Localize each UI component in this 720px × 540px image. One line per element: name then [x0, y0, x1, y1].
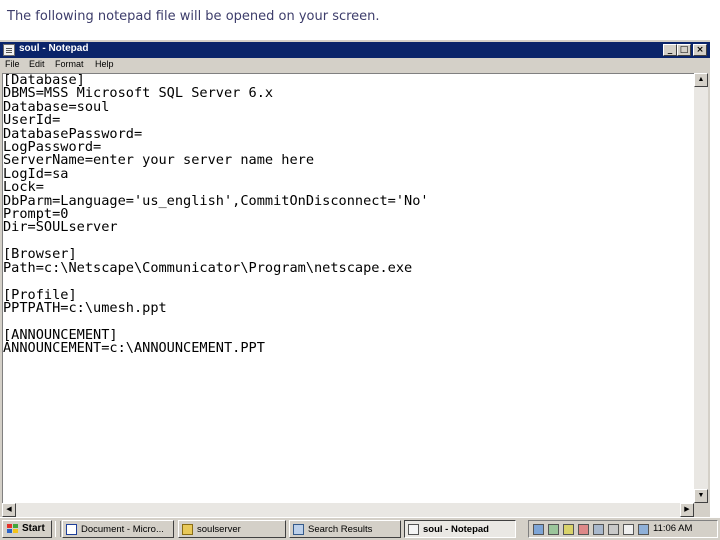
word-document-icon: [66, 524, 77, 535]
display-icon[interactable]: [593, 524, 604, 535]
scroll-left-icon[interactable]: ◀: [2, 503, 16, 517]
scroll-down-icon[interactable]: ▼: [694, 489, 708, 503]
folder-icon: [182, 524, 193, 535]
scroll-right-icon[interactable]: ▶: [680, 503, 694, 517]
menu-bar: File Edit Format Help: [0, 58, 710, 72]
task-button-document[interactable]: Document - Micro...: [62, 520, 174, 538]
start-button[interactable]: Start: [2, 520, 52, 538]
task-label: soulserver: [197, 524, 241, 535]
text-editor[interactable]: [Database] DBMS=MSS Microsoft SQL Server…: [2, 73, 694, 503]
taskbar: Start Document - Micro... soulserver Sea…: [0, 517, 720, 540]
vertical-scrollbar[interactable]: ▲ ▼: [694, 73, 708, 503]
maximize-button[interactable]: □: [677, 44, 691, 56]
close-button[interactable]: ×: [693, 44, 707, 56]
title-bar[interactable]: soul - Notepad _ □ ×: [0, 42, 710, 58]
task-button-soulserver[interactable]: soulserver: [178, 520, 286, 538]
volume-icon[interactable]: [623, 524, 634, 535]
window-title: soul - Notepad: [19, 43, 89, 54]
minimize-button[interactable]: _: [663, 44, 677, 56]
notepad-icon: [408, 524, 419, 535]
task-button-search-results[interactable]: Search Results: [289, 520, 401, 538]
task-label: Search Results: [308, 524, 373, 535]
horizontal-scrollbar[interactable]: ◀ ▶: [2, 503, 694, 517]
task-label: Document - Micro...: [81, 524, 164, 535]
menu-format[interactable]: Format: [55, 59, 84, 69]
network-icon[interactable]: [533, 524, 544, 535]
slide-caption: The following notepad file will be opene…: [0, 0, 720, 38]
task-button-notepad[interactable]: soul - Notepad: [404, 520, 516, 538]
notepad-window: soul - Notepad _ □ × File Edit Format He…: [0, 40, 710, 517]
taskbar-separator: [55, 521, 61, 537]
menu-edit[interactable]: Edit: [29, 59, 45, 69]
search-results-icon: [293, 524, 304, 535]
caption-text: The following notepad file will be opene…: [7, 9, 380, 24]
windows-logo-icon: [7, 524, 19, 534]
scroll-up-icon[interactable]: ▲: [694, 73, 708, 87]
application-icon[interactable]: [578, 524, 589, 535]
system-tray: 11:06 AM: [528, 520, 718, 538]
antivirus-icon[interactable]: [563, 524, 574, 535]
tray-app-icon[interactable]: [638, 524, 649, 535]
sql-server-icon[interactable]: [548, 524, 559, 535]
size-grip[interactable]: [694, 503, 708, 517]
printer-icon[interactable]: [608, 524, 619, 535]
task-label: soul - Notepad: [423, 524, 489, 535]
notepad-icon[interactable]: [3, 44, 15, 56]
editor-content[interactable]: [Database] DBMS=MSS Microsoft SQL Server…: [3, 74, 429, 356]
menu-file[interactable]: File: [5, 59, 20, 69]
clock: 11:06 AM: [653, 523, 693, 534]
start-label: Start: [22, 523, 45, 534]
menu-help[interactable]: Help: [95, 59, 114, 69]
